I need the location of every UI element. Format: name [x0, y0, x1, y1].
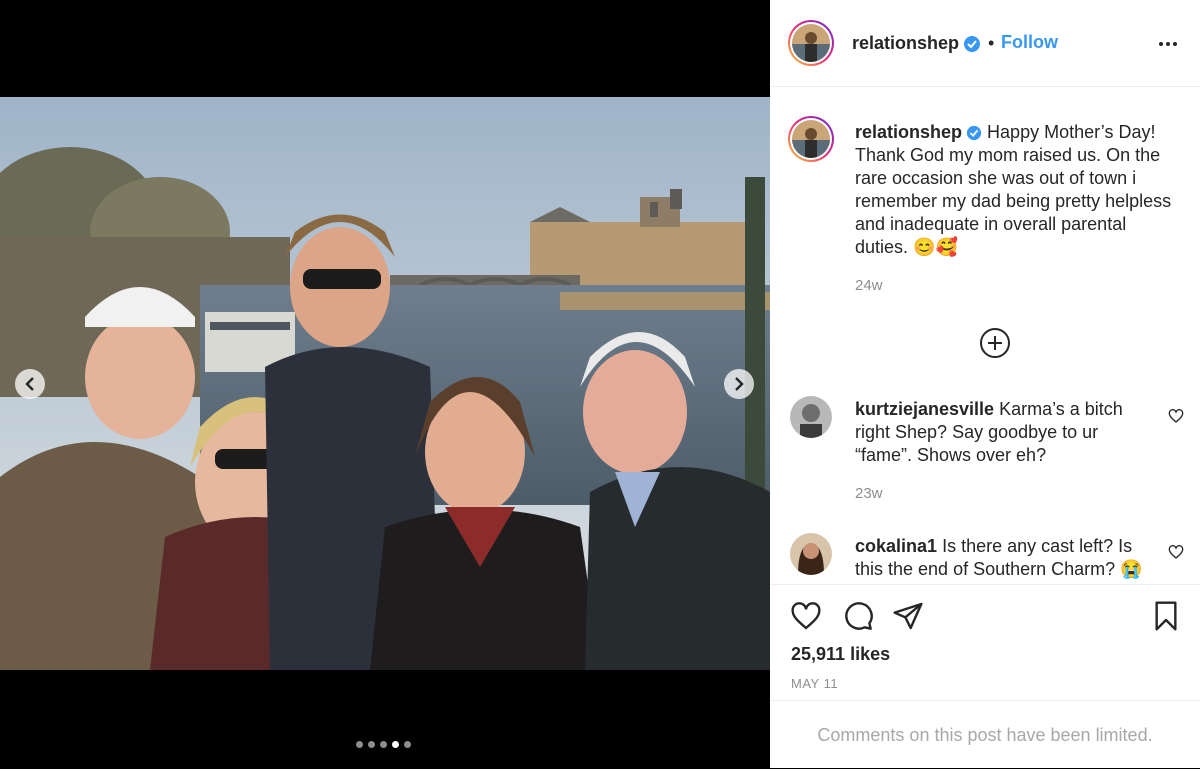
carousel-dot-active [392, 741, 399, 748]
like-heart-icon[interactable] [790, 600, 822, 632]
load-more-comments-icon[interactable] [979, 327, 1011, 359]
avatar-image [790, 396, 832, 438]
share-paper-plane-icon[interactable] [892, 600, 924, 632]
post-media [0, 0, 770, 768]
comment-item: cokalina1 Is there any cast left? Is thi… [855, 535, 1145, 581]
carousel-indicator [356, 741, 411, 748]
follow-button[interactable]: Follow [1001, 32, 1058, 53]
caption-text: Happy Mother’s Day! Thank God my mom rai… [855, 122, 1172, 257]
carousel-dot [356, 741, 363, 748]
post-caption: relationshep Happy Mother’s Day! Thank G… [855, 121, 1180, 259]
comment-avatar[interactable] [790, 533, 832, 575]
post-header: relationshep • Follow [770, 0, 1200, 87]
comment-timestamp[interactable]: 23w [855, 485, 883, 502]
comments-limited-notice: Comments on this post have been limited. [770, 700, 1200, 769]
photo-illustration [0, 97, 770, 670]
post-photo[interactable] [0, 97, 770, 670]
post-actions: 25,911 likes MAY 11 [770, 584, 1200, 691]
like-comment-heart-icon[interactable] [1168, 544, 1184, 560]
more-options-icon[interactable] [1158, 34, 1178, 54]
verified-badge-icon [964, 36, 981, 53]
caption-username[interactable]: relationshep [855, 122, 962, 142]
verified-badge-icon [966, 126, 982, 141]
avatar[interactable] [788, 20, 834, 66]
carousel-prev-button[interactable] [15, 369, 45, 399]
like-comment-heart-icon[interactable] [1168, 408, 1184, 424]
chevron-left-icon [25, 377, 34, 391]
save-bookmark-icon[interactable] [1150, 600, 1182, 632]
comment-avatar[interactable] [790, 396, 832, 438]
carousel-next-button[interactable] [724, 369, 754, 399]
caption-avatar[interactable] [788, 116, 834, 162]
comment-username[interactable]: cokalina1 [855, 536, 937, 556]
comment-item: kurtziejanesville Karma’s a bitch right … [855, 398, 1145, 467]
post-side-panel: relationshep • Follow relationshep Happy… [770, 0, 1200, 768]
post-author-username[interactable]: relationshep [852, 33, 981, 54]
avatar-image [792, 24, 830, 62]
avatar-image [790, 533, 832, 575]
comment-bubble-icon[interactable] [842, 600, 874, 632]
header-separator: • [988, 33, 995, 53]
carousel-dot [380, 741, 387, 748]
caption-timestamp[interactable]: 24w [855, 277, 883, 294]
comments-limited-text: Comments on this post have been limited. [817, 725, 1153, 745]
likes-count[interactable]: 25,911 likes [791, 644, 890, 665]
carousel-dot [368, 741, 375, 748]
post-date[interactable]: MAY 11 [791, 676, 838, 691]
comment-username[interactable]: kurtziejanesville [855, 399, 994, 419]
chevron-right-icon [735, 377, 744, 391]
avatar-image [792, 120, 830, 158]
carousel-dot [404, 741, 411, 748]
